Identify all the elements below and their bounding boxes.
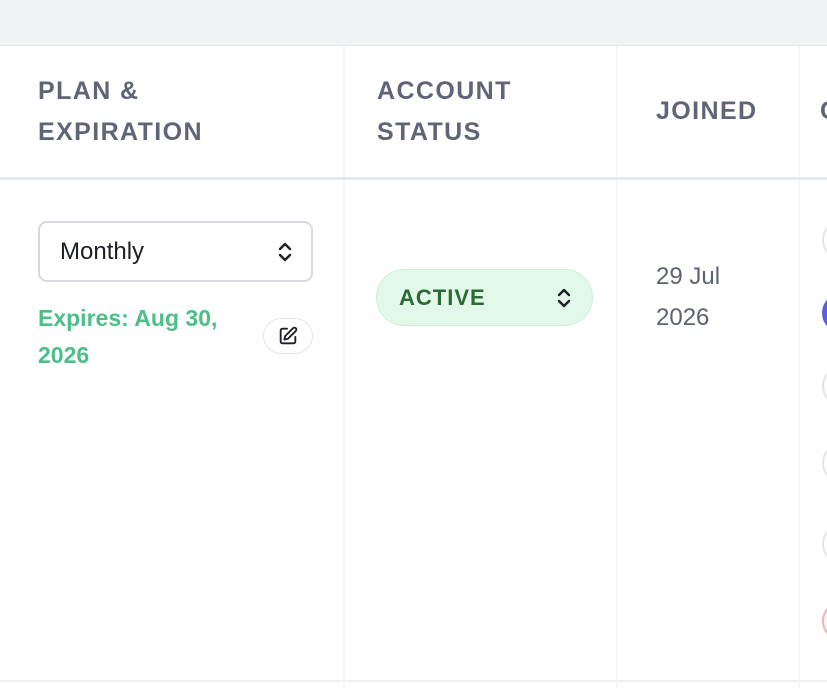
joined-date-line1: 29 Jul: [656, 263, 721, 290]
column-header-joined[interactable]: JOINED: [656, 46, 796, 177]
account-status-select[interactable]: ACTIVE: [376, 269, 593, 326]
column-header-plan-line1: PLAN &: [38, 76, 140, 105]
column-header-status-line1: ACCOUNT: [377, 76, 512, 105]
expires-line1: Expires: Aug 30,: [38, 305, 218, 331]
column-header-next[interactable]: C: [820, 46, 827, 177]
expires-line2: 2026: [38, 342, 90, 368]
edit-icon: [279, 326, 298, 345]
joined-date: 29 Jul 2026: [656, 256, 776, 338]
chevron-up-down-icon: [557, 288, 571, 307]
chevron-up-down-icon: [278, 242, 292, 261]
users-table: PLAN & EXPIRATION ACCOUNT STATUS JOINED …: [0, 46, 827, 688]
column-header-account-status[interactable]: ACCOUNT STATUS: [377, 46, 617, 177]
joined-date-line2: 2026: [656, 304, 710, 331]
top-bar: [0, 0, 827, 46]
column-header-plan-expiration[interactable]: PLAN & EXPIRATION: [38, 46, 328, 177]
plan-select[interactable]: Monthly: [38, 221, 313, 282]
plan-select-value: Monthly: [60, 237, 145, 265]
table-header-row: PLAN & EXPIRATION ACCOUNT STATUS JOINED …: [0, 46, 827, 180]
plan-expiration-text: Expires: Aug 30, 2026: [38, 300, 253, 374]
account-status-value: ACTIVE: [399, 284, 486, 310]
column-header-plan-line2: EXPIRATION: [38, 117, 203, 146]
edit-expiration-button[interactable]: [263, 318, 313, 354]
column-header-status-line2: STATUS: [377, 117, 482, 146]
